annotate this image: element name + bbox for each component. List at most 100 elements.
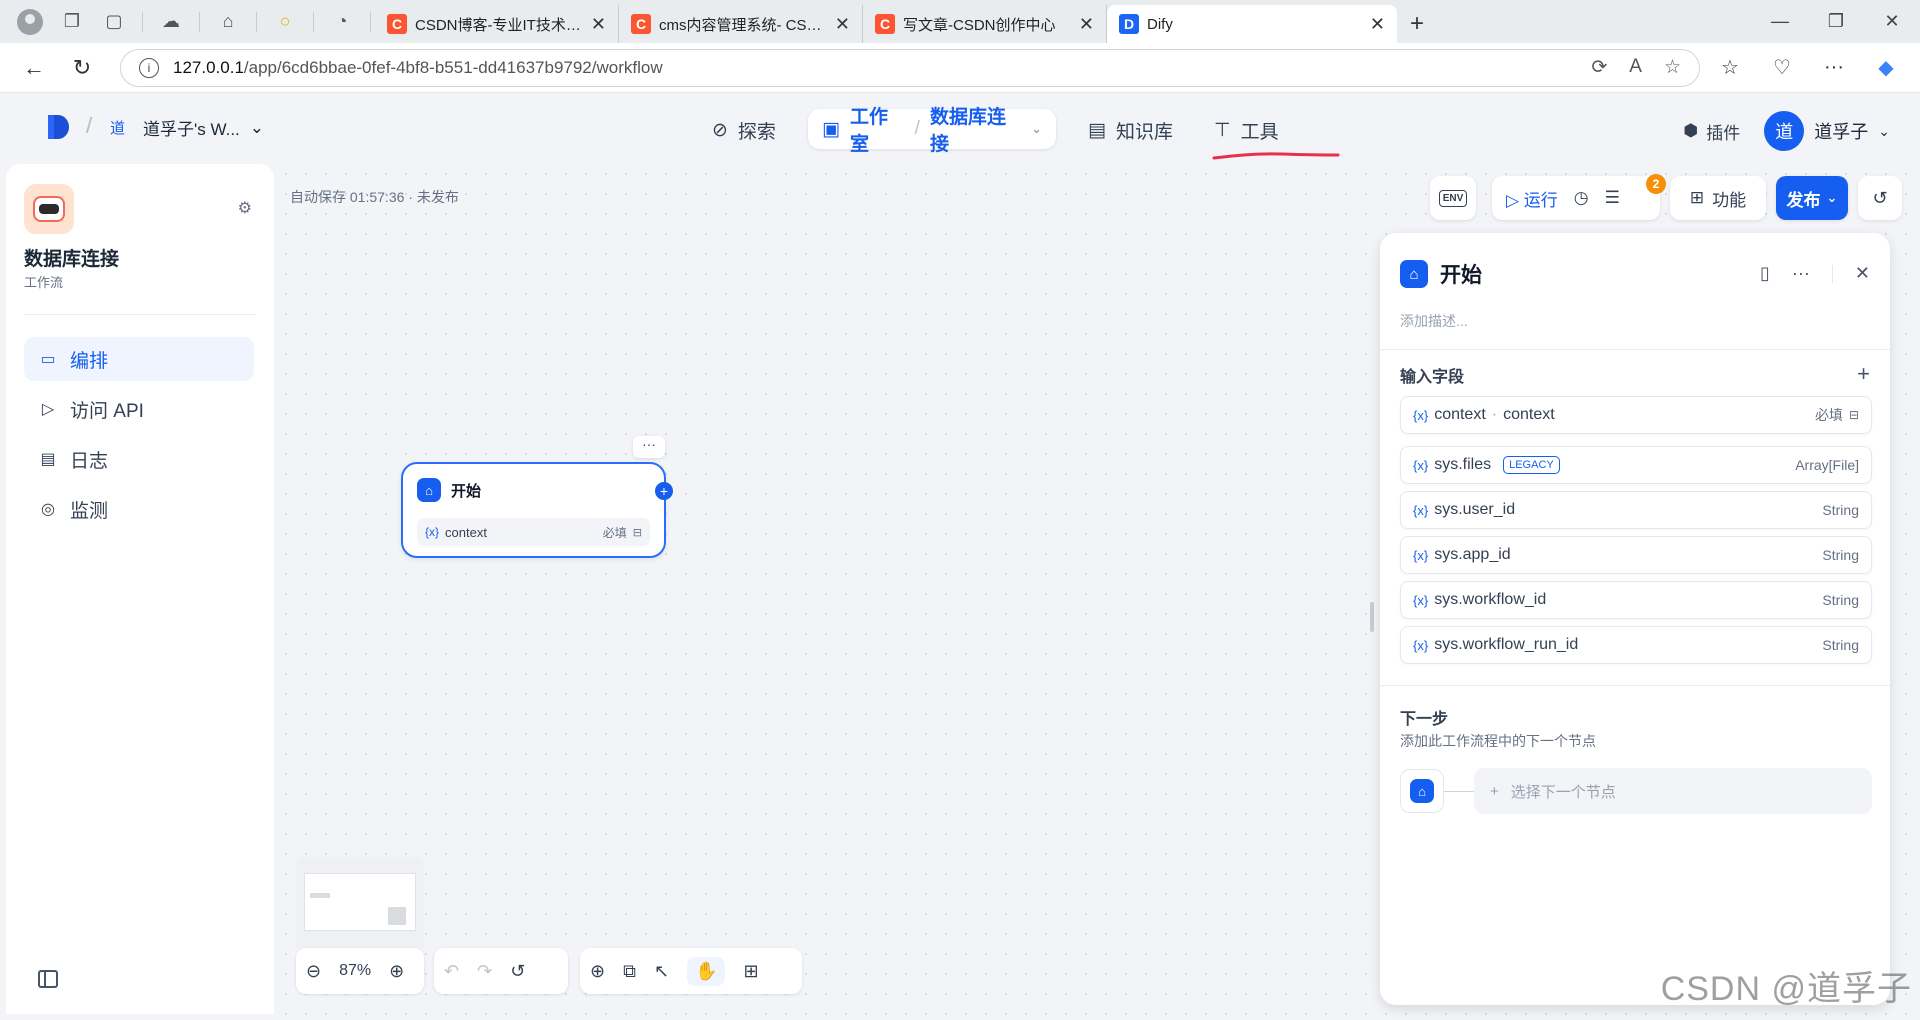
docs-icon[interactable]: ▯ bbox=[1760, 263, 1770, 284]
nav-explore[interactable]: ⊘ 探索 bbox=[712, 111, 776, 149]
zoom-out-icon[interactable]: ⊖ bbox=[306, 961, 321, 982]
redo-icon[interactable]: ↷ bbox=[477, 961, 492, 982]
workspaces-icon[interactable]: ❐ bbox=[54, 7, 90, 37]
organize-icon[interactable]: ⊞ bbox=[743, 961, 758, 982]
back-icon[interactable]: ← bbox=[14, 48, 54, 88]
workspace-name: 道孚子's W... bbox=[143, 120, 240, 139]
plugins-button[interactable]: ⬢ 插件 bbox=[1683, 119, 1740, 144]
input-fields-heading: 输入字段 bbox=[1400, 369, 1465, 386]
browser-tab[interactable]: C cms内容管理系统- CSDN搜索 ✕ bbox=[619, 5, 863, 43]
description-input[interactable]: 添加描述... bbox=[1400, 311, 1468, 331]
run-button[interactable]: ▷ 运行 bbox=[1506, 186, 1558, 211]
sidebar-item-monitor[interactable]: ◎ 监测 bbox=[24, 487, 254, 531]
chevron-down-icon: ⌄ bbox=[1826, 190, 1838, 205]
browser-tab-active[interactable]: D Dify ✕ bbox=[1107, 5, 1397, 43]
site-info-icon[interactable]: i bbox=[139, 57, 159, 78]
start-node[interactable]: ⌂ 开始 {x} context 必填 ⊟ bbox=[401, 462, 666, 558]
watermark: CSDN @道孚子 bbox=[1660, 970, 1912, 1008]
pinned-tab-icon[interactable]: ⌂ bbox=[210, 7, 246, 37]
url-host: 127.0.0.1 bbox=[173, 57, 244, 77]
copilot-icon[interactable]: ◆ bbox=[1866, 48, 1906, 88]
sidebar-item-logs[interactable]: ▤ 日志 bbox=[24, 437, 254, 481]
history-controls: ↶ ↷ ↺ bbox=[434, 948, 568, 994]
add-field-icon[interactable]: + bbox=[1857, 361, 1870, 387]
workspace-badge: 道 bbox=[110, 120, 126, 137]
browser-tab[interactable]: C CSDN博客-专业IT技术发表平台 ✕ bbox=[375, 5, 619, 43]
browser-essentials-icon[interactable]: ♡ bbox=[1762, 48, 1802, 88]
undo-icon[interactable]: ↶ bbox=[444, 961, 459, 982]
browser-tab[interactable]: C 写文章-CSDN创作中心 ✕ bbox=[863, 5, 1107, 43]
pointer-icon[interactable]: ↖ bbox=[654, 961, 669, 982]
text-input-icon: ⊟ bbox=[632, 526, 642, 539]
app-settings-icon[interactable]: ⚙ bbox=[238, 198, 252, 218]
more-menu-icon[interactable]: ··· bbox=[1814, 48, 1854, 88]
select-next-node-button[interactable]: + 选择下一个节点 bbox=[1474, 768, 1872, 814]
minimap[interactable] bbox=[296, 857, 424, 953]
url-field[interactable]: i 127.0.0.1/app/6cd6bbae-0fef-4bf8-b551-… bbox=[120, 48, 1700, 87]
input-field-context[interactable]: {x} context · context 必填 ⊟ bbox=[1400, 396, 1872, 434]
run-history-icon[interactable]: ◷ bbox=[1574, 188, 1589, 208]
nav-knowledge[interactable]: ▤ 知识库 bbox=[1088, 111, 1173, 149]
cube-icon: ⬢ bbox=[1683, 121, 1699, 140]
env-button[interactable]: ENV bbox=[1430, 176, 1476, 220]
minimize-icon[interactable]: — bbox=[1752, 11, 1808, 32]
user-menu[interactable]: 道 道孚子 ⌄ bbox=[1764, 111, 1890, 151]
dify-logo-icon[interactable] bbox=[46, 113, 72, 141]
sidebar-item-orchestrate[interactable]: ▭ 编排 bbox=[24, 337, 254, 381]
close-window-icon[interactable]: ✕ bbox=[1864, 11, 1920, 32]
address-bar-row: ← ↻ i 127.0.0.1/app/6cd6bbae-0fef-4bf8-b… bbox=[0, 43, 1920, 93]
add-next-node-button[interactable]: + bbox=[655, 482, 673, 500]
add-note-icon[interactable]: ⧉ bbox=[623, 961, 636, 982]
variable-icon: {x} bbox=[1413, 592, 1429, 608]
collapse-sidebar-icon[interactable] bbox=[38, 970, 58, 988]
csdn-favicon-icon: C bbox=[875, 14, 895, 34]
sidebar-item-api[interactable]: ▷ 访问 API bbox=[24, 387, 254, 431]
log-icon: ▤ bbox=[40, 451, 56, 468]
refresh-icon[interactable]: ↻ bbox=[62, 48, 102, 88]
profile-icon[interactable] bbox=[12, 7, 48, 37]
dify-favicon-icon: D bbox=[1119, 14, 1139, 34]
pinned-tab-icon[interactable]: ○ bbox=[267, 7, 303, 37]
close-icon[interactable]: ✕ bbox=[1855, 263, 1870, 284]
pinned-tab-icon[interactable]: ☁ bbox=[153, 7, 189, 37]
close-tab-icon[interactable]: ✕ bbox=[1079, 14, 1094, 35]
close-tab-icon[interactable]: ✕ bbox=[591, 14, 606, 35]
close-tab-icon[interactable]: ✕ bbox=[835, 14, 850, 35]
panel-resize-handle[interactable] bbox=[1370, 602, 1374, 632]
reload-page-icon[interactable]: ⟳ bbox=[1591, 56, 1607, 79]
tab-actions-icon[interactable]: ▢ bbox=[96, 7, 132, 37]
hand-icon[interactable]: ✋ bbox=[687, 956, 726, 986]
sys-field: {x} sys.workflow_run_id String bbox=[1400, 626, 1872, 664]
favorites-icon[interactable]: ☆ bbox=[1710, 48, 1750, 88]
variable-icon: {x} bbox=[1413, 407, 1429, 423]
close-tab-icon[interactable]: ✕ bbox=[1370, 14, 1385, 35]
restore-icon[interactable]: ❐ bbox=[1808, 11, 1864, 32]
node-more-icon[interactable]: ··· bbox=[633, 436, 665, 458]
url-path: /app/6cd6bbae-0fef-4bf8-b551-dd41637b979… bbox=[243, 57, 663, 77]
nav-studio[interactable]: ▣ 工作室 / 数据库连接 ⌄ bbox=[808, 107, 1056, 155]
app-type: 工作流 bbox=[24, 275, 64, 290]
pinned-tab-icon[interactable]: ◔ bbox=[324, 7, 360, 37]
history-icon[interactable]: ↺ bbox=[510, 961, 525, 982]
features-button[interactable]: ⊞ 功能 bbox=[1670, 176, 1766, 220]
node-variable: {x} context 必填 ⊟ bbox=[417, 518, 650, 546]
variable-icon: {x} bbox=[1413, 547, 1429, 563]
publish-button[interactable]: 发布 ⌄ bbox=[1776, 176, 1848, 220]
add-block-icon[interactable]: ⊕ bbox=[590, 961, 605, 982]
sys-field: {x} sys.files LEGACY Array[File] bbox=[1400, 446, 1872, 484]
nav-tools[interactable]: ⊤ 工具 bbox=[1214, 111, 1279, 149]
zoom-level[interactable]: 87% bbox=[339, 962, 371, 980]
more-icon[interactable]: ··· bbox=[1792, 263, 1810, 284]
variable-icon: {x} bbox=[425, 525, 440, 539]
user-name: 道孚子 bbox=[1814, 122, 1869, 142]
new-tab-icon[interactable]: + bbox=[1397, 5, 1437, 43]
read-aloud-icon[interactable]: A bbox=[1629, 56, 1642, 79]
version-history-icon[interactable]: ↺ bbox=[1858, 176, 1902, 220]
csdn-favicon-icon: C bbox=[631, 14, 651, 34]
current-app-selector[interactable]: 数据库连接 bbox=[930, 102, 1021, 156]
variable-icon: {x} bbox=[1413, 502, 1429, 518]
workspace-switcher[interactable]: 道 道孚子's W... ⌄ bbox=[110, 115, 264, 140]
zoom-in-icon[interactable]: ⊕ bbox=[389, 961, 404, 982]
checklist-icon[interactable]: ☰ bbox=[1605, 188, 1620, 208]
favorite-star-icon[interactable]: ☆ bbox=[1664, 56, 1681, 79]
